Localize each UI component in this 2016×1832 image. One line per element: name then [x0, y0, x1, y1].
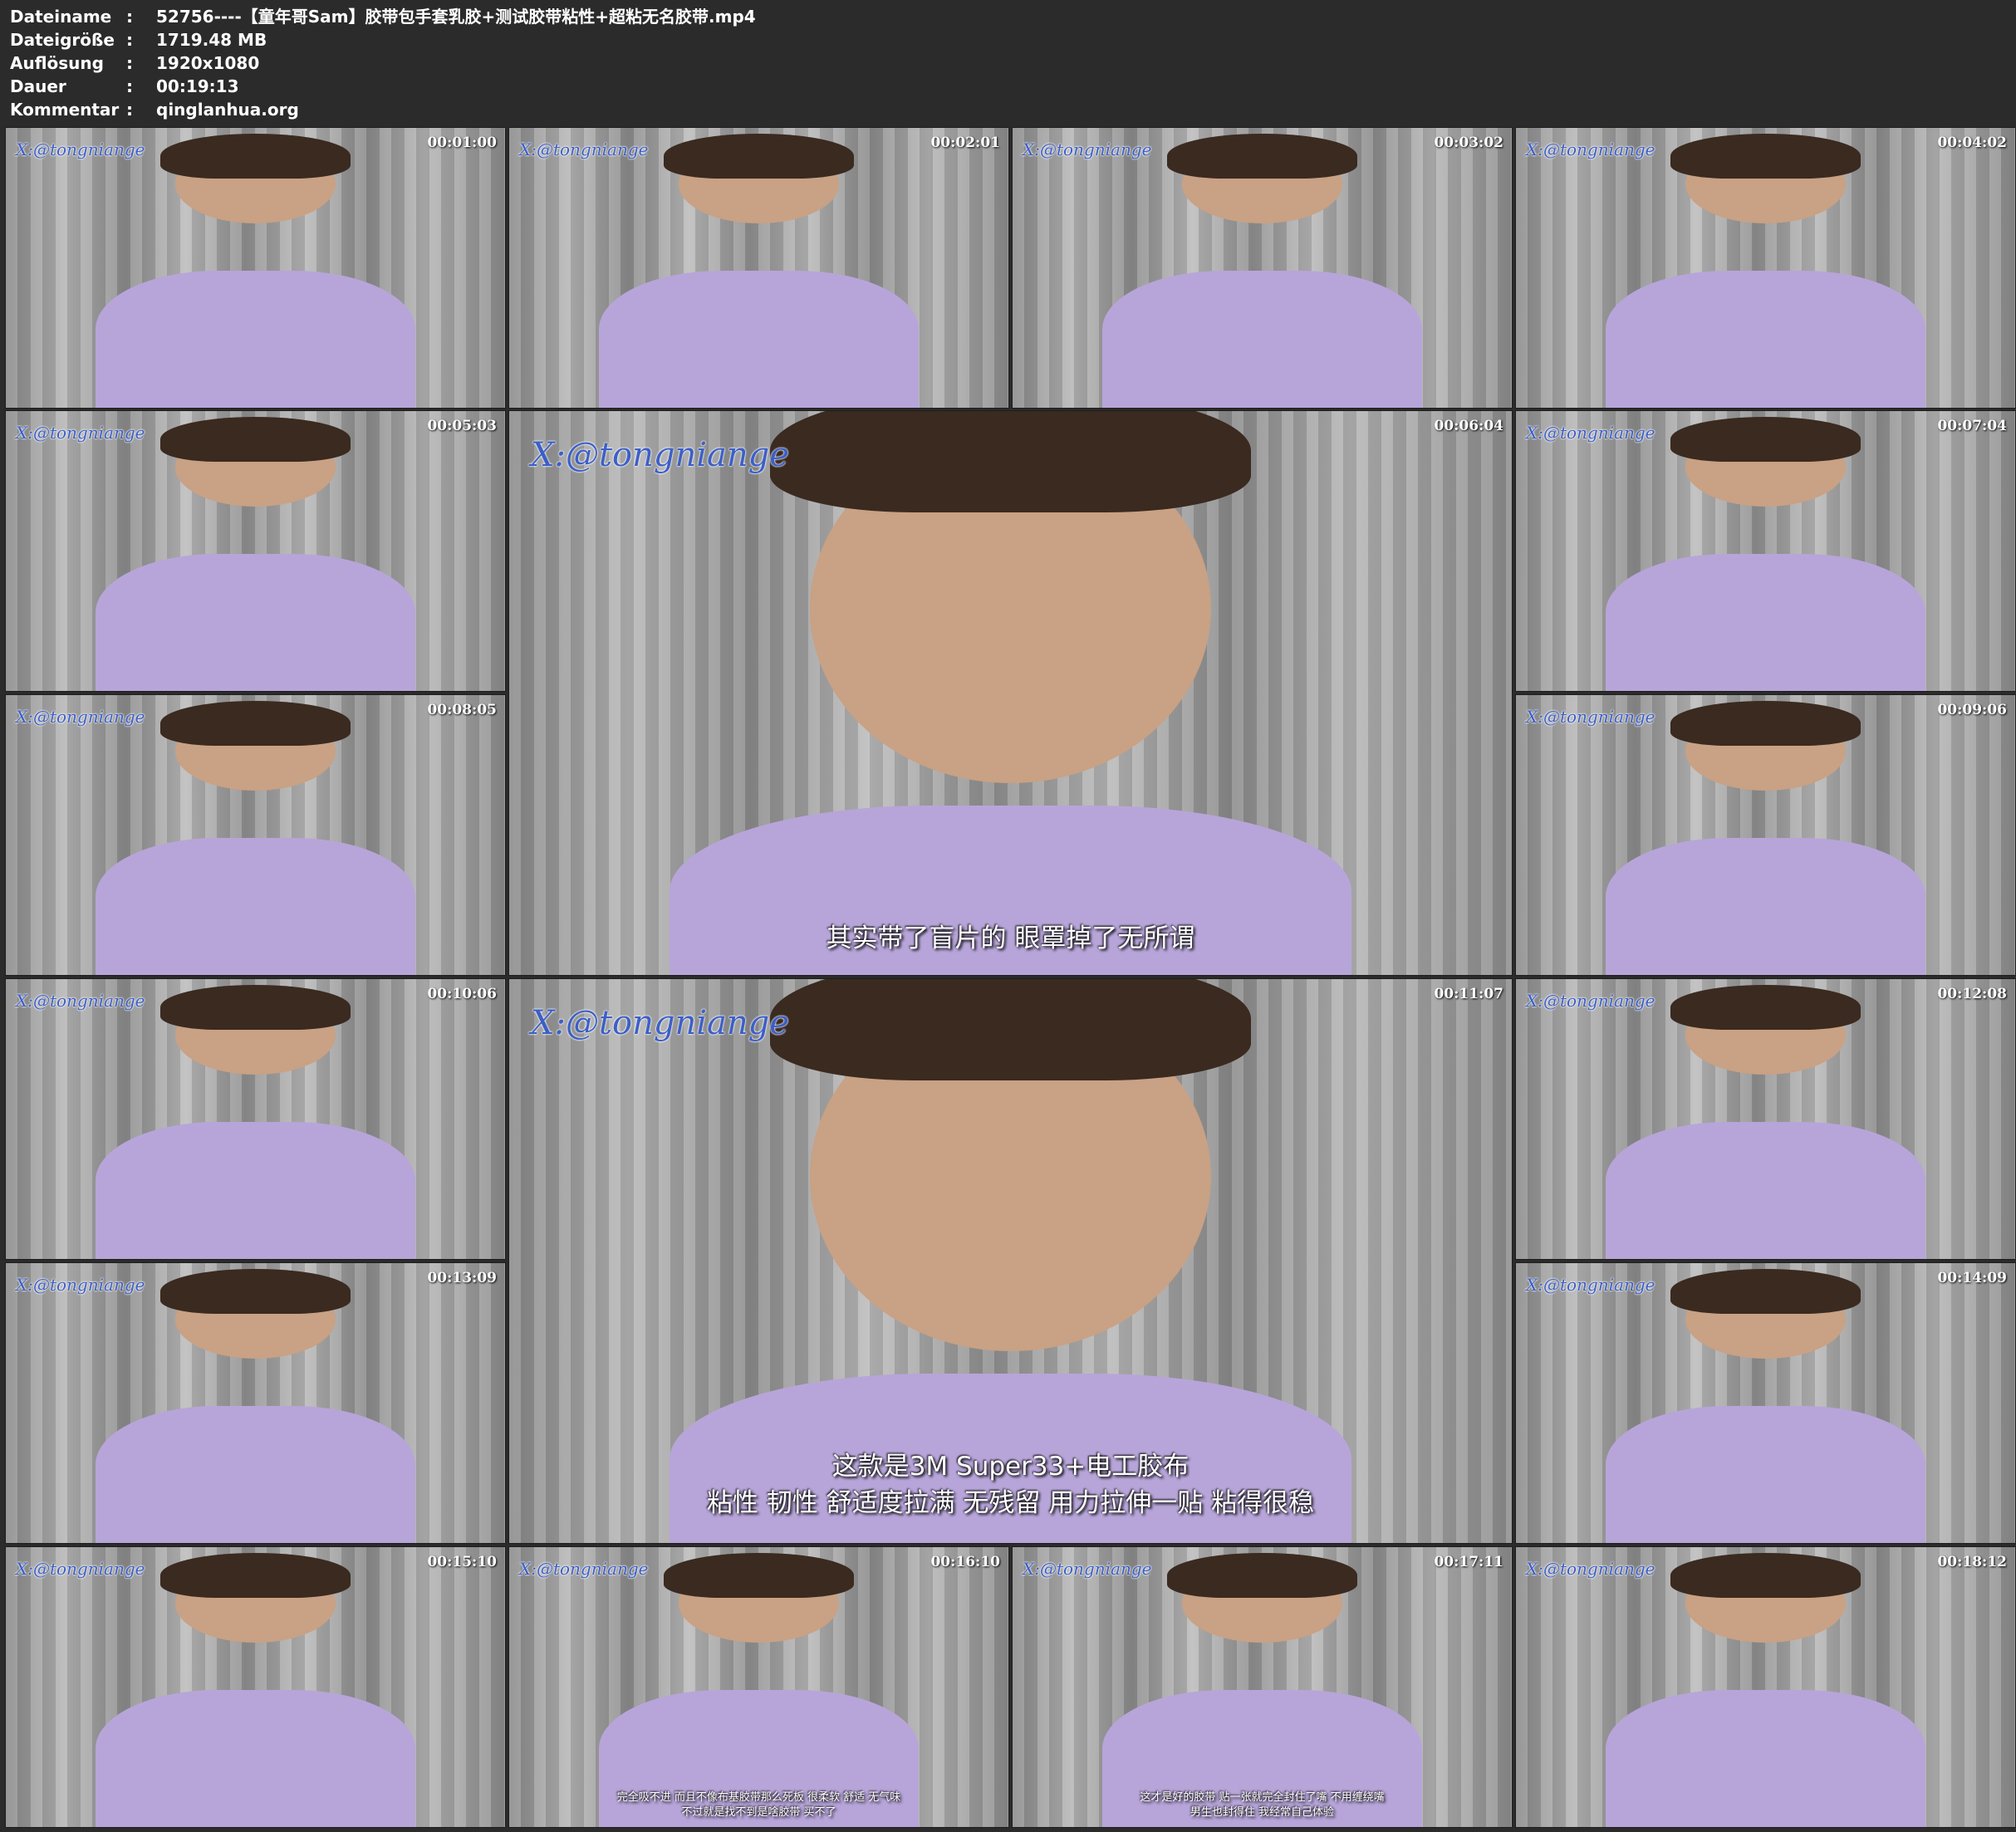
- watermark-text: X:@tongniange: [16, 1275, 145, 1295]
- person-shirt: [1102, 270, 1422, 408]
- person-hair: [160, 1552, 351, 1598]
- video-frame-thumbnail: X:@tongniange 00:02:01: [508, 127, 1009, 409]
- subtitle-line: 这款是3M Super33+电工胶布: [831, 1452, 1189, 1482]
- video-frame-thumbnail: X:@tongniange 00:17:11 这才是好的胶带 贴一张就完全封住了嘴 …: [1012, 1546, 1513, 1828]
- person-hair: [160, 416, 351, 462]
- person-hair: [1670, 984, 1861, 1030]
- person-shirt: [96, 1121, 415, 1259]
- watermark-text: X:@tongniange: [16, 140, 145, 159]
- frame-timestamp: 00:02:01: [930, 135, 1000, 151]
- video-frame-thumbnail: X:@tongniange 00:05:03: [5, 410, 506, 692]
- subtitle-line: 不过就是找不到是啥胶带 买不了: [681, 1806, 836, 1819]
- video-frame-thumbnail: X:@tongniange 00:15:10: [5, 1546, 506, 1828]
- person-shirt: [96, 837, 415, 975]
- subtitle-line: 男生也封得住 我经常自己体验: [1189, 1806, 1335, 1819]
- video-frame-thumbnail: X:@tongniange 00:10:06: [5, 978, 506, 1260]
- frame-timestamp: 00:08:05: [427, 702, 497, 718]
- person-shirt: [96, 270, 415, 408]
- person-hair: [1670, 416, 1861, 462]
- person-hair: [1670, 133, 1861, 179]
- person-hair: [160, 984, 351, 1030]
- video-frame-thumbnail: X:@tongniange 00:18:12: [1515, 1546, 2016, 1828]
- person-hair: [664, 1552, 854, 1598]
- person-shirt: [599, 270, 919, 408]
- watermark-text: X:@tongniange: [1526, 1275, 1655, 1295]
- person-hair: [160, 133, 351, 179]
- watermark-text: X:@tongniange: [519, 1559, 649, 1579]
- person-shirt: [1606, 1121, 1925, 1259]
- person-shirt: [1606, 1689, 1925, 1827]
- video-frame-thumbnail: X:@tongniange 00:09:06: [1515, 694, 2016, 976]
- person-hair: [1167, 133, 1357, 179]
- person-shirt: [1606, 553, 1925, 691]
- person-shirt: [1606, 837, 1925, 975]
- frame-timestamp: 00:14:09: [1937, 1270, 2007, 1286]
- watermark-text: X:@tongniange: [16, 707, 145, 727]
- frame-timestamp: 00:13:09: [427, 1270, 497, 1286]
- person-hair: [1167, 1552, 1357, 1598]
- frame-timestamp: 00:18:12: [1937, 1554, 2007, 1570]
- person-hair: [769, 411, 1252, 513]
- subtitle-line: 其实带了盲片的 眼罩掉了无所谓: [826, 923, 1195, 953]
- frame-timestamp: 00:17:11: [1434, 1554, 1503, 1570]
- video-frame-thumbnail: X:@tongniange 00:01:00: [5, 127, 506, 409]
- video-frame-thumbnail: X:@tongniange 00:04:02: [1515, 127, 2016, 409]
- watermark-text: X:@tongniange: [1023, 140, 1152, 159]
- watermark-text: X:@tongniange: [16, 423, 145, 443]
- watermark-text: X:@tongniange: [16, 991, 145, 1011]
- person-shirt: [96, 1405, 415, 1543]
- person-hair: [1670, 1268, 1861, 1314]
- person-hair: [160, 1268, 351, 1314]
- person-hair: [664, 133, 854, 179]
- person-shirt: [1606, 270, 1925, 408]
- frame-timestamp: 00:16:10: [930, 1554, 1000, 1570]
- watermark-text: X:@tongniange: [1526, 423, 1655, 443]
- person-hair: [1670, 700, 1861, 746]
- frame-timestamp: 00:11:07: [1434, 986, 1503, 1002]
- video-frame-thumbnail: X:@tongniange 00:14:09: [1515, 1262, 2016, 1544]
- watermark-text: X:@tongniange: [531, 1004, 789, 1042]
- video-frame-thumbnail: X:@tongniange 00:08:05: [5, 694, 506, 976]
- watermark-text: X:@tongniange: [1526, 140, 1655, 159]
- watermark-text: X:@tongniange: [1023, 1559, 1152, 1579]
- subtitle-line: 这才是好的胶带 贴一张就完全封住了嘴 不用缠绕嘴: [1140, 1791, 1385, 1804]
- person-shirt: [96, 553, 415, 691]
- watermark-text: X:@tongniange: [16, 1559, 145, 1579]
- watermark-text: X:@tongniange: [519, 140, 649, 159]
- person-hair: [769, 979, 1252, 1081]
- thumbnail-grid: X:@tongniange 00:01:00 X:@tongniange 00:02:…: [0, 0, 2016, 1832]
- video-frame-thumbnail: X:@tongniange 00:13:09: [5, 1262, 506, 1544]
- subtitle-line: 粘性 韧性 舒适度拉满 无残留 用力拉伸一贴 粘得很稳: [706, 1488, 1315, 1518]
- video-frame-thumbnail: X:@tongniange 00:16:10 完全吸不进 而且不像布基胶带那么死板 …: [508, 1546, 1009, 1828]
- video-frame-thumbnail: X:@tongniange 00:06:04 其实带了盲片的 眼罩掉了无所谓: [508, 410, 1513, 976]
- person-shirt: [96, 1689, 415, 1827]
- video-frame-thumbnail: X:@tongniange 00:11:07 这款是3M Super33+电工胶布粘…: [508, 978, 1513, 1544]
- video-frame-thumbnail: X:@tongniange 00:03:02: [1012, 127, 1513, 409]
- frame-timestamp: 00:12:08: [1937, 986, 2007, 1002]
- person-shirt: [1606, 1405, 1925, 1543]
- frame-timestamp: 00:04:02: [1937, 135, 2007, 151]
- video-frame-thumbnail: X:@tongniange 00:12:08: [1515, 978, 2016, 1260]
- video-frame-thumbnail: X:@tongniange 00:07:04: [1515, 410, 2016, 692]
- frame-timestamp: 00:05:03: [427, 418, 497, 434]
- person-hair: [160, 700, 351, 746]
- watermark-text: X:@tongniange: [1526, 1559, 1655, 1579]
- frame-timestamp: 00:07:04: [1937, 418, 2007, 434]
- frame-timestamp: 00:10:06: [427, 986, 497, 1002]
- frame-timestamp: 00:15:10: [427, 1554, 497, 1570]
- person-hair: [1670, 1552, 1861, 1598]
- frame-timestamp: 00:06:04: [1434, 418, 1503, 434]
- frame-timestamp: 00:01:00: [427, 135, 497, 151]
- watermark-text: X:@tongniange: [1526, 707, 1655, 727]
- watermark-text: X:@tongniange: [1526, 991, 1655, 1011]
- watermark-text: X:@tongniange: [531, 436, 789, 474]
- subtitle-line: 完全吸不进 而且不像布基胶带那么死板 很柔软 舒适 无气味: [616, 1791, 901, 1804]
- frame-timestamp: 00:03:02: [1434, 135, 1503, 151]
- frame-timestamp: 00:09:06: [1937, 702, 2007, 718]
